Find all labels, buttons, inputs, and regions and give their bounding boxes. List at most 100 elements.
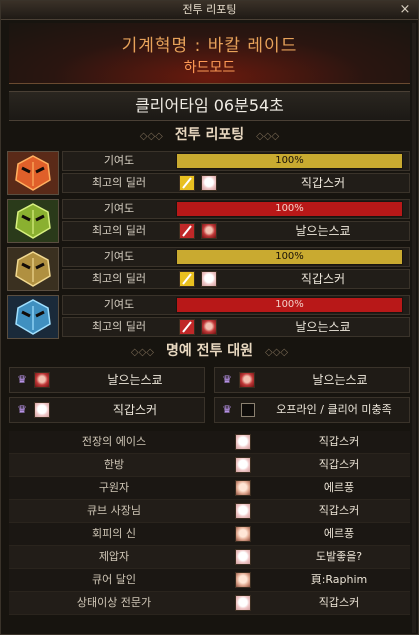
mask-icon [8,296,58,338]
battle-report-window: 전투 리포팅 × 기계혁명 : 바칼 레이드 하드모드 클리어타임 06분54초… [0,0,419,635]
mask-icon [8,152,58,194]
contribution-value: 100% [275,155,304,166]
award-player-name: 직갑스커 [318,458,360,471]
best-dealer-label: 최고의 딜러 [91,320,147,333]
honor-heading: ◇◇◇ 명예 전투 대원 ◇◇◇ [9,341,410,361]
contribution-row: 기여도 100% [62,199,410,219]
class-icon [179,223,195,239]
award-title: 전장의 에이스 [81,435,147,448]
clear-time: 클리어타임 06분54초 [9,91,410,121]
honor-member[interactable]: ♛ 날으는스쿄 [9,367,205,393]
player-portrait[interactable] [7,199,59,243]
best-dealer-name[interactable]: 날으는스쿄 [243,318,403,336]
character-face-icon [235,549,251,565]
award-title: 제압자 [98,550,130,563]
raid-name: 기계혁명 : 바칼 레이드 [121,36,298,56]
character-face-icon [201,175,217,191]
award-row[interactable]: 큐브 사장님 직갑스커 [9,500,410,523]
raid-banner: 기계혁명 : 바칼 레이드 하드모드 [9,23,410,84]
award-row[interactable]: 한방 직갑스커 [9,454,410,477]
character-face-icon [201,319,217,335]
player-portrait[interactable] [7,151,59,195]
scrollbar[interactable] [412,23,416,633]
battle-report-heading: ◇◇◇ 전투 리포팅 ◇◇◇ [9,125,410,145]
best-dealer-row: 최고의 딜러 직갑스커 [62,173,410,193]
window-title: 전투 리포팅 [182,3,237,16]
crown-icon: ♛ [17,373,27,386]
best-dealer-name[interactable]: 직갑스커 [243,270,403,288]
award-row[interactable]: 제압자 도발좋을? [9,546,410,569]
award-player-name: 에르풍 [323,527,355,540]
contribution-bar: 100% [176,249,403,265]
crown-icon: ♛ [17,403,27,416]
contribution-row: 기여도 100% [62,247,410,267]
player-entry: 기여도 100% 최고의 딜러 직갑스커 [7,247,411,291]
best-dealer-label: 최고의 딜러 [91,272,147,285]
ornament-left-icon: ◇◇◇ [139,131,163,142]
honor-member[interactable]: ♛ 날으는스쿄 [214,367,410,393]
award-title: 큐브 사장님 [86,504,142,517]
award-row[interactable]: 큐어 달인 頁:Raphim [9,569,410,592]
award-title: 큐어 달인 [92,573,136,586]
best-dealer-name[interactable]: 직갑스커 [243,174,403,192]
award-player-name: 頁:Raphim [310,573,368,586]
honor-member-offline: ♛ 오프라인 / 클리어 미충족 [214,397,410,423]
crown-icon: ♛ [222,403,232,416]
class-icon [179,175,195,191]
contribution-value: 100% [275,251,304,262]
best-dealer-row: 최고의 딜러 날으는스쿄 [62,221,410,241]
honor-members: ♛ 날으는스쿄 ♛ 날으는스쿄 ♛ 직갑스커 ♛ 오프라인 / 클리어 미충족 [9,367,410,425]
ornament-right-icon: ◇◇◇ [265,347,289,358]
award-title: 구원자 [98,481,130,494]
award-player-name: 직갑스커 [318,504,360,517]
award-title: 상태이상 전문가 [76,596,152,609]
best-dealer-label: 최고의 딜러 [91,176,147,189]
award-player-name: 직갑스커 [318,435,360,448]
contribution-bar: 100% [176,153,403,169]
award-row[interactable]: 상태이상 전문가 직갑스커 [9,592,410,615]
player-portrait[interactable] [7,247,59,291]
best-dealer-row: 최고의 딜러 날으는스쿄 [62,317,410,337]
crown-icon: ♛ [222,373,232,386]
character-face-icon [201,271,217,287]
close-icon[interactable]: × [398,1,412,19]
character-face-icon [235,595,251,611]
mask-icon [8,200,58,242]
empty-slot-icon [241,403,255,417]
contribution-row: 기여도 100% [62,151,410,171]
best-dealer-name[interactable]: 날으는스쿄 [243,222,403,240]
character-face-icon [34,402,50,418]
contribution-label: 기여도 [103,154,135,167]
class-icon [179,271,195,287]
character-face-icon [235,572,251,588]
ornament-right-icon: ◇◇◇ [256,131,280,142]
class-icon [179,319,195,335]
award-player-name: 직갑스커 [318,596,360,609]
character-face-icon [34,372,50,388]
contribution-row: 기여도 100% [62,295,410,315]
contribution-value: 100% [275,299,304,310]
player-entry: 기여도 100% 최고의 딜러 직갑스커 [7,151,411,195]
award-row[interactable]: 구원자 에르풍 [9,477,410,500]
award-row[interactable]: 전장의 에이스 직갑스커 [9,431,410,454]
contribution-label: 기여도 [103,202,135,215]
character-face-icon [235,457,251,473]
honor-member[interactable]: ♛ 직갑스커 [9,397,205,423]
ornament-left-icon: ◇◇◇ [130,347,154,358]
award-row[interactable]: 회피의 신 에르풍 [9,523,410,546]
raid-mode: 하드모드 [183,60,236,76]
award-title: 회피의 신 [92,527,136,540]
character-face-icon [239,372,255,388]
best-dealer-row: 최고의 딜러 직갑스커 [62,269,410,289]
contribution-label: 기여도 [103,298,135,311]
contribution-label: 기여도 [103,250,135,263]
player-entry: 기여도 100% 최고의 딜러 날으는스쿄 [7,295,411,339]
window-titlebar[interactable]: 전투 리포팅 × [1,1,418,20]
mask-icon [8,248,58,290]
character-face-icon [235,503,251,519]
character-face-icon [201,223,217,239]
player-portrait[interactable] [7,295,59,339]
character-face-icon [235,434,251,450]
player-entry: 기여도 100% 최고의 딜러 날으는스쿄 [7,199,411,243]
character-face-icon [235,526,251,542]
